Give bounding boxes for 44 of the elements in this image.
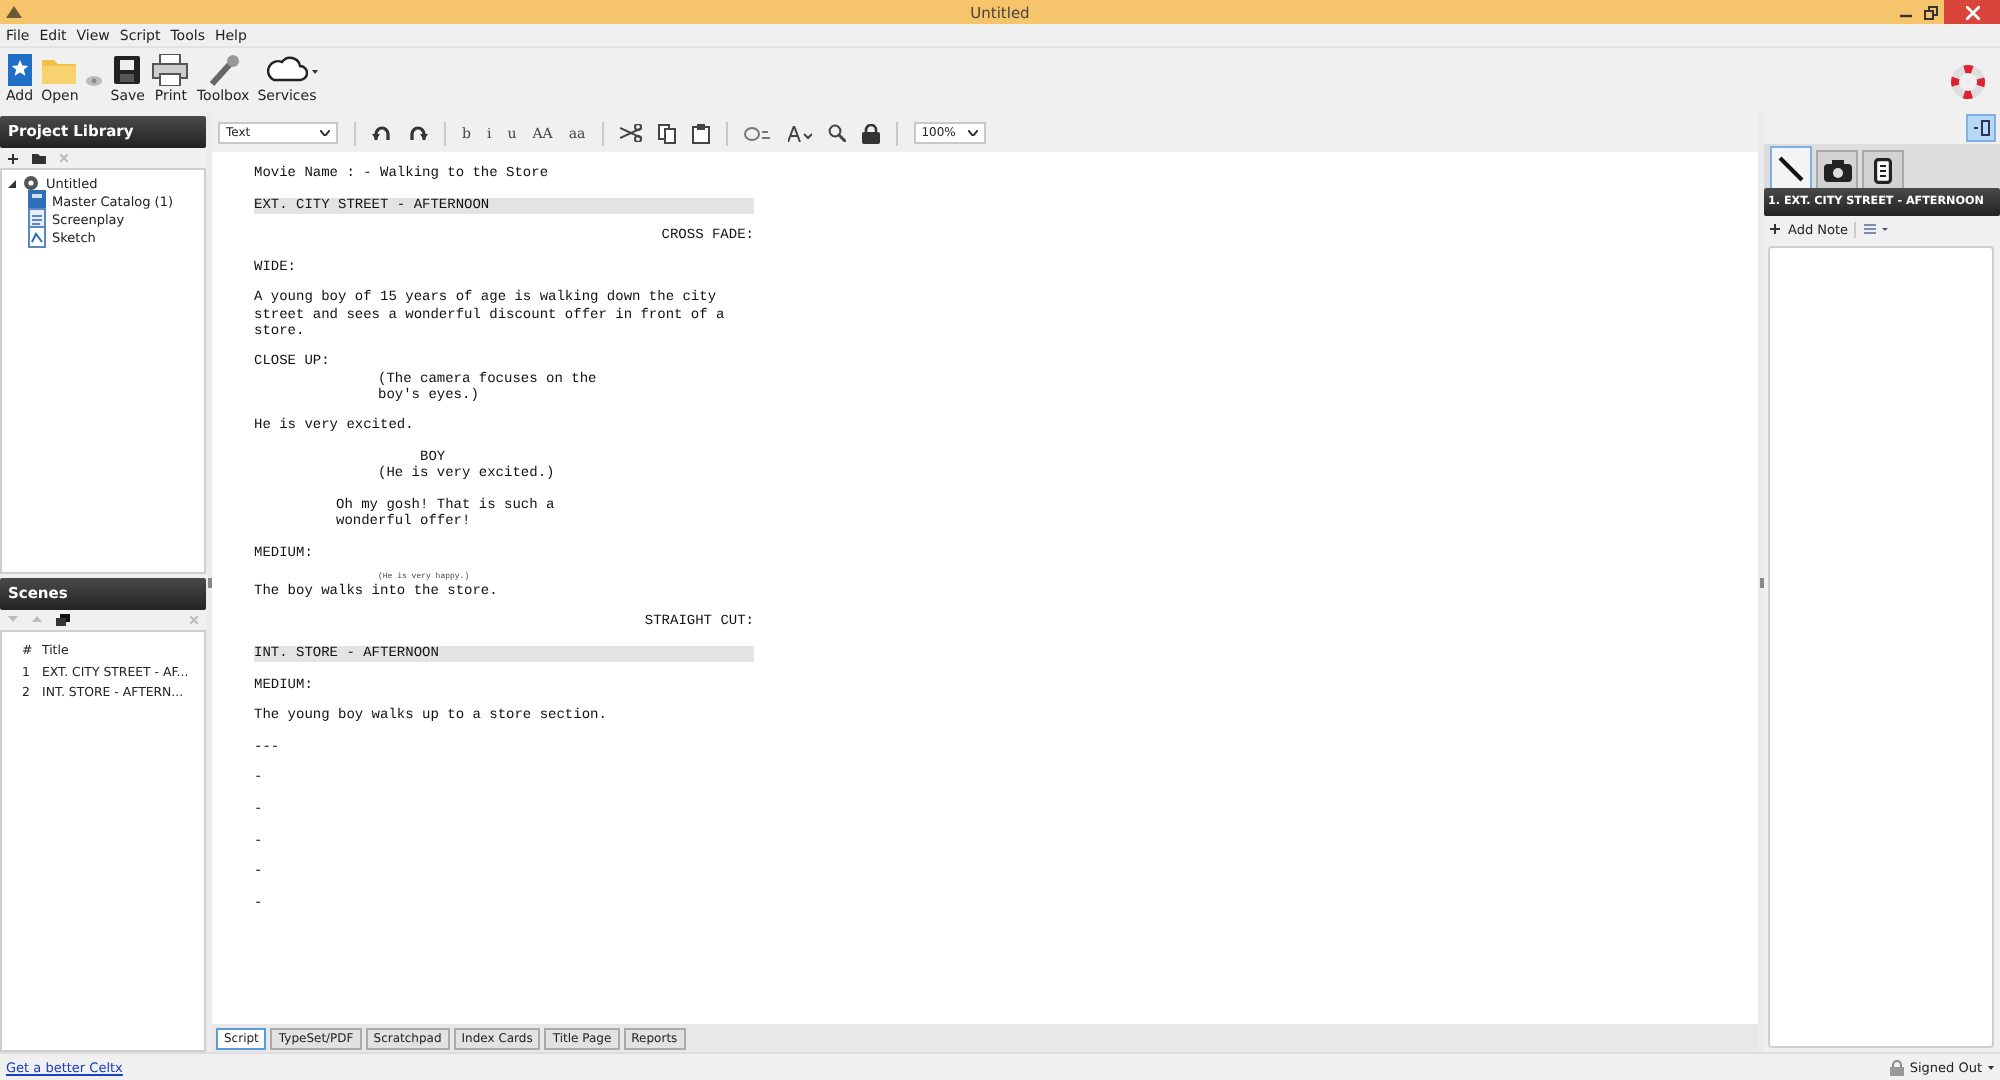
panel-tab[interactable] xyxy=(1816,150,1858,188)
add-icon xyxy=(7,53,32,85)
cloud-icon xyxy=(264,56,309,82)
undo-icon[interactable] xyxy=(372,125,392,141)
folder-icon[interactable] xyxy=(32,153,46,163)
panel-toggle-button[interactable] xyxy=(1966,114,1996,142)
restore-button[interactable] xyxy=(1918,0,1944,24)
eye-icon xyxy=(86,76,103,86)
panel-icon xyxy=(1973,120,1989,136)
caret-icon xyxy=(320,126,330,140)
search-icon[interactable] xyxy=(827,124,846,142)
pen-icon xyxy=(1778,155,1804,181)
gear-icon xyxy=(22,174,40,192)
caret-icon xyxy=(1988,1065,1994,1071)
squares-icon[interactable] xyxy=(56,614,70,626)
copy-icon[interactable] xyxy=(657,123,676,143)
sketch-icon xyxy=(28,226,46,248)
plus-icon xyxy=(1770,224,1780,234)
close-icon xyxy=(1965,5,1979,19)
find-replace-icon[interactable] xyxy=(743,125,772,141)
camera-icon xyxy=(1823,159,1851,181)
document-icon xyxy=(28,208,46,230)
close-button[interactable] xyxy=(1944,0,2000,24)
folder-icon xyxy=(42,55,77,83)
app-icon xyxy=(6,5,22,19)
scissors-icon[interactable] xyxy=(619,124,642,142)
card-icon xyxy=(1874,157,1892,183)
panel-tab[interactable] xyxy=(1862,150,1904,188)
wrench-icon xyxy=(207,53,240,85)
splitter-handle[interactable] xyxy=(207,577,211,587)
font-size-icon[interactable] xyxy=(787,125,812,141)
redo-icon[interactable] xyxy=(408,125,428,141)
lock-icon xyxy=(1889,1059,1904,1075)
expander-icon[interactable] xyxy=(8,179,16,187)
clipboard-icon[interactable] xyxy=(691,123,710,143)
add-icon[interactable] xyxy=(8,153,18,163)
lock-icon[interactable] xyxy=(861,123,880,143)
lifebuoy-icon[interactable] xyxy=(1950,64,1986,100)
splitter-handle[interactable] xyxy=(1759,577,1763,587)
list-menu-icon[interactable] xyxy=(1864,224,1889,234)
restore-icon xyxy=(1924,5,1938,19)
caret-icon xyxy=(967,126,978,140)
panel-tab[interactable] xyxy=(1770,146,1812,188)
printer-icon xyxy=(152,53,189,85)
